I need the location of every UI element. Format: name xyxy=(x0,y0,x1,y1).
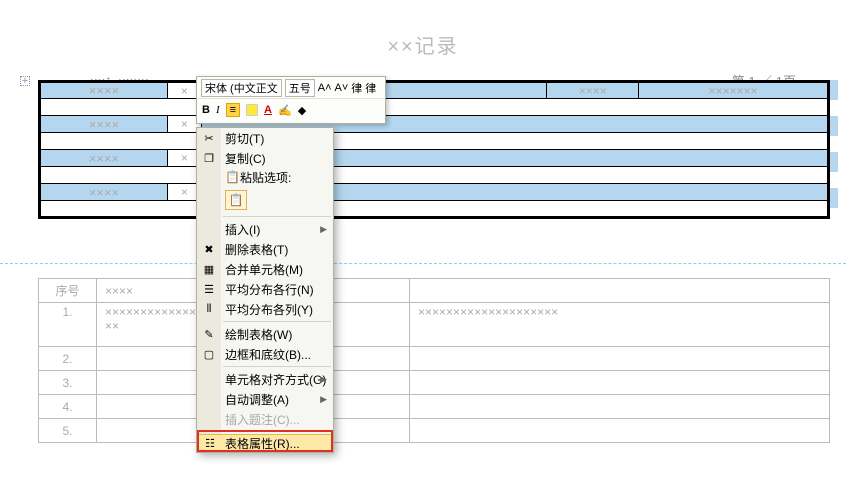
t2-header-num[interactable]: 序号 xyxy=(39,279,97,303)
t1-cell[interactable] xyxy=(40,133,829,150)
font-size-selector[interactable]: 五号 xyxy=(285,79,315,97)
t2-cell[interactable] xyxy=(410,395,830,419)
table-overflow-marks xyxy=(830,80,838,224)
menu-insert[interactable]: 插入(I)▶ xyxy=(197,219,333,239)
menu-distribute-rows[interactable]: ☰平均分布各行(N) xyxy=(197,279,333,299)
menu-delete-table[interactable]: ✖删除表格(T) xyxy=(197,239,333,259)
t1-cell[interactable] xyxy=(40,201,829,218)
menu-cut[interactable]: ✂剪切(T) xyxy=(197,128,333,148)
delete-icon: ✖ xyxy=(201,243,217,256)
properties-icon: ☷ xyxy=(202,437,218,450)
font-selector[interactable]: 宋体 (中文正文 xyxy=(201,79,282,97)
doc-title: ××记录 xyxy=(0,0,846,71)
bold-button[interactable]: B xyxy=(202,104,210,116)
menu-paste-option[interactable]: 📋 xyxy=(197,186,333,214)
rows-icon: ☰ xyxy=(201,283,217,296)
t1-cell[interactable]: ×××× xyxy=(40,184,168,201)
t2-num[interactable]: 4. xyxy=(39,395,97,419)
t2-cell[interactable] xyxy=(410,347,830,371)
lower-table[interactable]: 序号 ×××× 1. ××××××××××××××××××× ×××××××××… xyxy=(38,278,830,443)
t1-cell[interactable] xyxy=(40,167,829,184)
indent-left-icon[interactable]: 律 xyxy=(351,80,362,96)
menu-autofit[interactable]: 自动调整(A)▶ xyxy=(197,389,333,409)
indent-right-icon[interactable]: 律 xyxy=(365,80,376,96)
t2-num[interactable]: 3. xyxy=(39,371,97,395)
t1-cell[interactable]: ×××× xyxy=(40,116,168,133)
cut-icon: ✂ xyxy=(201,132,217,145)
submenu-arrow-icon: ▶ xyxy=(320,394,327,405)
menu-copy[interactable]: ❐复制(C) xyxy=(197,148,333,168)
draw-icon: ✎ xyxy=(201,328,217,341)
t1-cell[interactable]: ×××× xyxy=(40,82,168,99)
menu-draw-table[interactable]: ✎绘制表格(W) xyxy=(197,324,333,344)
shrink-font-icon[interactable]: A˅ xyxy=(335,82,349,94)
grow-font-icon[interactable]: A˄ xyxy=(318,82,332,94)
table-anchor-icon[interactable]: + xyxy=(20,76,30,86)
t2-num[interactable]: 1. xyxy=(39,303,97,347)
paste-icon: 📋 xyxy=(225,170,240,184)
context-menu: ✂剪切(T) ❐复制(C) 📋粘贴选项: 📋 插入(I)▶ ✖删除表格(T) ▦… xyxy=(196,127,334,453)
italic-button[interactable]: I xyxy=(216,104,220,116)
t1-cell[interactable] xyxy=(40,99,829,116)
menu-merge-cells[interactable]: ▦合并单元格(M) xyxy=(197,259,333,279)
border-icon: ▢ xyxy=(201,348,217,361)
menu-distribute-cols[interactable]: ⦀平均分布各列(Y) xyxy=(197,299,333,319)
menu-cell-alignment[interactable]: 单元格对齐方式(G)▶ xyxy=(197,369,333,389)
menu-paste-label: 📋粘贴选项: xyxy=(197,168,333,186)
format-painter-icon[interactable]: ✍ xyxy=(278,104,292,117)
cols-icon: ⦀ xyxy=(201,303,217,316)
copy-icon: ❐ xyxy=(201,152,217,165)
t1-cell[interactable]: ×××× xyxy=(547,82,639,99)
submenu-arrow-icon: ▶ xyxy=(320,374,327,385)
t1-cell[interactable]: ××××××× xyxy=(639,82,829,99)
t2-num[interactable]: 2. xyxy=(39,347,97,371)
t2-num[interactable]: 5. xyxy=(39,419,97,443)
align-button[interactable]: ≡ xyxy=(226,103,240,117)
t2-cell[interactable] xyxy=(410,279,830,303)
menu-table-properties[interactable]: ☷表格属性(R)... xyxy=(197,434,333,452)
paste-keep-source-icon[interactable]: 📋 xyxy=(225,190,247,210)
menu-borders-shading[interactable]: ▢边框和底纹(B)... xyxy=(197,344,333,364)
mini-toolbar[interactable]: 宋体 (中文正文 五号 A˄ A˅ 律 律 B I ≡ A ✍ ◆ xyxy=(196,76,386,124)
merge-icon: ▦ xyxy=(201,263,217,276)
submenu-arrow-icon: ▶ xyxy=(320,224,327,235)
page-break-line xyxy=(0,263,846,264)
highlight-color-icon[interactable] xyxy=(246,104,258,116)
more-icon[interactable]: ◆ xyxy=(298,104,306,117)
t2-cell[interactable] xyxy=(410,371,830,395)
t1-cell[interactable]: ×××× xyxy=(40,150,168,167)
t2-cell[interactable] xyxy=(410,419,830,443)
menu-insert-caption: 插入题注(C)... xyxy=(197,409,333,429)
t2-cell[interactable]: ×××××××××××××××××××× xyxy=(410,303,830,347)
main-table[interactable]: ×××× × ×××× ××××××× ×××× × ×××× × ×××× × xyxy=(38,80,830,219)
font-color-icon[interactable]: A xyxy=(264,104,272,116)
